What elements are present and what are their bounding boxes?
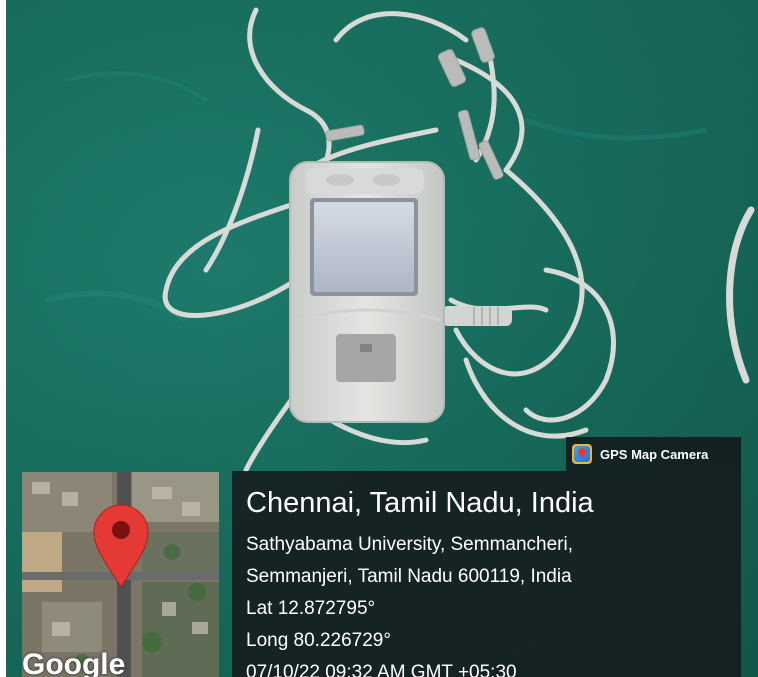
gps-map-camera-icon — [572, 444, 592, 464]
latitude: Lat 12.872795° — [246, 598, 376, 619]
longitude: Long 80.226729° — [246, 630, 391, 651]
map-thumbnail: Google — [22, 472, 219, 677]
badge-label: GPS Map Camera — [600, 446, 709, 462]
timestamp: 07/10/22 09:32 AM GMT +05:30 — [246, 662, 517, 677]
gps-map-camera-badge: GPS Map Camera — [566, 437, 741, 471]
location-info-panel: Chennai, Tamil Nadu, India Sathyabama Un… — [232, 471, 741, 677]
photo-frame: GPS Map Camera Google Chennai, Tamil Nad… — [0, 0, 758, 677]
address-line-1: Sathyabama University, Semmancheri, — [246, 534, 573, 555]
satellite-map — [22, 472, 219, 677]
address-line-2: Semmanjeri, Tamil Nadu 600119, India — [246, 566, 572, 587]
google-attribution: Google — [22, 648, 126, 677]
location-title: Chennai, Tamil Nadu, India — [246, 487, 594, 519]
